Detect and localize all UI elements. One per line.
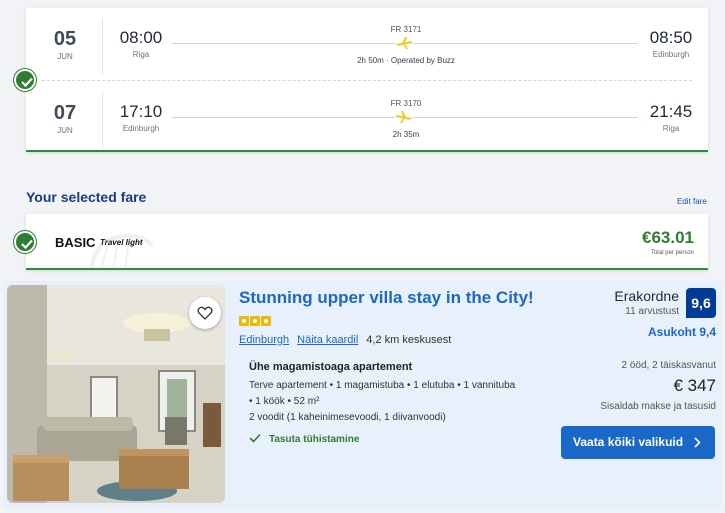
return-flight-number: FR 3170 <box>390 99 422 108</box>
outbound-arrival-time: 08:50 <box>649 28 693 47</box>
hotel-price: € 347 <box>673 376 716 395</box>
fare-selected-check-icon <box>14 231 36 253</box>
show-on-map-link[interactable]: Näita kaardil <box>297 334 358 346</box>
stay-summary: 2 ööd, 2 täiskasvanut <box>621 360 716 371</box>
outbound-flight-number: FR 3171 <box>390 25 422 34</box>
star-icon <box>250 316 260 326</box>
distance-from-center: 4,2 km keskusest <box>366 334 452 346</box>
view-all-options-label: Vaata kõiki valikuid <box>573 435 684 449</box>
chevron-right-icon <box>694 437 701 448</box>
date-separator <box>102 18 103 74</box>
location-row: Edinburgh Näita kaardil 4,2 km keskusest <box>239 334 451 346</box>
date-separator <box>102 92 103 148</box>
city-link[interactable]: Edinburgh <box>239 334 289 346</box>
fare-price-note: Total per person <box>650 250 694 256</box>
flight-itinerary-card: 05 JUN 08:00 Riga FR 3171 2h 50m · Opera… <box>26 8 708 152</box>
outbound-flight-leg: 05 JUN 08:00 Riga FR 3171 2h 50m · Opera… <box>26 16 708 78</box>
view-all-options-button[interactable]: Vaata kõiki valikuid <box>561 426 715 459</box>
return-departure: 17:10 Edinburgh <box>114 102 168 133</box>
review-score-badge: 9,6 <box>686 288 716 318</box>
room-description: Terve apartement • 1 magamistuba • 1 elu… <box>249 378 549 426</box>
review-rating-word: Erakordne <box>614 288 679 304</box>
outbound-duration: 2h 50m · Operated by Buzz <box>357 56 455 65</box>
plane-icon <box>395 110 413 124</box>
return-departure-time: 17:10 <box>119 102 163 121</box>
hotel-photo[interactable] <box>7 285 225 503</box>
outbound-departure: 08:00 Riga <box>114 28 168 59</box>
leg-divider <box>42 80 692 81</box>
hotel-title-link[interactable]: Stunning upper villa stay in the City! <box>239 288 534 308</box>
flight-selected-check-icon <box>14 69 36 91</box>
outbound-arrival-city: Edinburgh <box>652 50 690 59</box>
edit-fare-link[interactable]: Edit fare <box>677 197 707 206</box>
star-icon <box>261 316 271 326</box>
return-arrival-city: Riga <box>662 124 680 133</box>
outbound-date: 05 JUN <box>40 28 90 61</box>
outbound-day: 05 <box>53 28 77 50</box>
return-date: 07 JUN <box>40 102 90 135</box>
return-flight-leg: 07 JUN 17:10 Edinburgh FR 3170 2h 35m 21… <box>26 90 708 152</box>
free-cancellation-label: Tasuta tühistamine <box>269 434 360 445</box>
outbound-departure-time: 08:00 <box>119 28 163 47</box>
heart-icon <box>197 306 213 320</box>
fare-price: €63.01 <box>642 228 694 247</box>
return-day: 07 <box>53 102 77 124</box>
checkmark-icon <box>249 433 261 443</box>
location-score: Asukoht 9,4 <box>647 325 716 339</box>
hotel-card: Stunning upper villa stay in the City! E… <box>3 281 722 509</box>
selected-fare-heading: Your selected fare <box>26 189 147 205</box>
review-count: 11 arvustust <box>625 306 679 317</box>
star-icon <box>239 316 249 326</box>
free-cancellation: Tasuta tühistamine <box>249 432 359 445</box>
return-arrival-time: 21:45 <box>649 102 693 121</box>
tax-note: Sisaldab makse ja tasusid <box>600 401 716 412</box>
plane-icon <box>395 36 413 50</box>
room-desc-line: • 1 köök • 52 m² <box>249 396 320 407</box>
return-duration: 2h 35m <box>392 130 420 139</box>
outbound-arrival: 08:50 Edinburgh <box>644 28 698 59</box>
return-departure-city: Edinburgh <box>122 124 160 133</box>
outbound-month: JUN <box>57 52 73 61</box>
star-rating <box>239 313 272 331</box>
room-desc-line: Terve apartement • 1 magamistuba • 1 elu… <box>249 380 516 391</box>
favorite-button[interactable] <box>189 297 221 329</box>
outbound-departure-city: Riga <box>132 50 150 59</box>
harp-logo-icon <box>89 233 154 271</box>
room-desc-line: 2 voodit (1 kaheinimesevoodi, 1 diivanvo… <box>249 412 446 423</box>
return-month: JUN <box>57 126 73 135</box>
return-arrival: 21:45 Riga <box>644 102 698 133</box>
room-type: Ühe magamistoaga apartement <box>249 361 413 373</box>
